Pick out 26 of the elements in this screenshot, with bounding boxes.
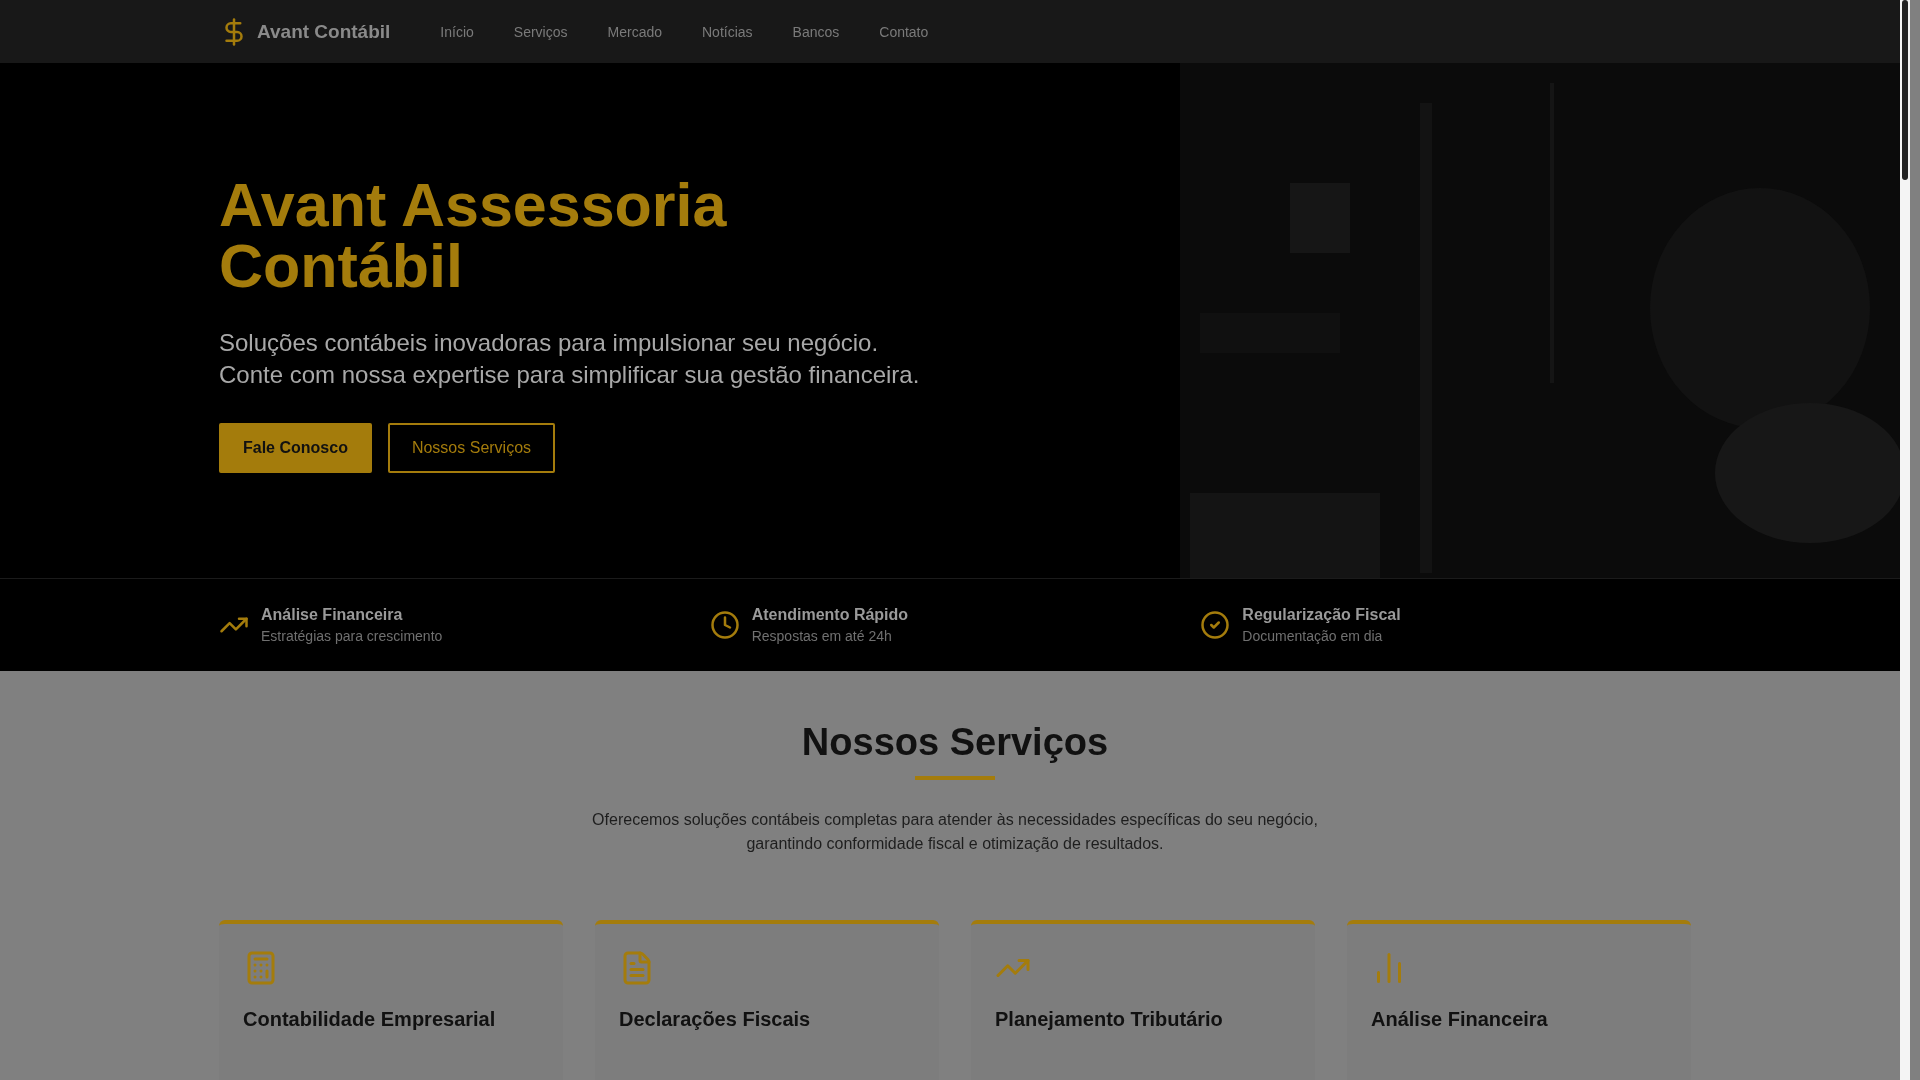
card-title: Análise Financeira	[1371, 1008, 1549, 1031]
hero-title: Avant Assessoria Contábil	[219, 175, 728, 297]
brand-logo[interactable]: Avant Contábil	[219, 16, 391, 47]
nav-link[interactable]: Início	[440, 23, 474, 40]
feature-subtitle: Documentação em dia	[1242, 628, 1384, 644]
feature-subtitle: Estratégias para crescimento	[261, 628, 443, 644]
check-circle-icon	[1200, 610, 1231, 640]
services-button[interactable]: Nossos Serviços	[387, 423, 556, 473]
card-title: Contabilidade Empresarial	[243, 1008, 497, 1031]
clock-icon	[709, 610, 740, 640]
section-intro: Oferecemos soluções contábeis completas para atender às necessidades específicas do seu negócio, garantindo conformidade fiscal e otimização de resultados.	[591, 810, 1319, 854]
nav-link[interactable]: Bancos	[792, 23, 840, 40]
card-title: Declarações Fiscais	[619, 1008, 812, 1031]
nav-link[interactable]: Mercado	[607, 23, 662, 40]
feature-title: Atendimento Rápido	[751, 606, 909, 624]
nav-link[interactable]: Contato	[879, 23, 929, 40]
hero-subtitle: Soluções contábeis inovadoras para impulsionar seu negócio. Conte com nossa expertise para simplificar sua gestão financeira.	[219, 328, 920, 390]
feature-title: Regularização Fiscal	[1242, 606, 1401, 624]
feature-subtitle: Respostas em até 24h	[751, 628, 893, 644]
nav-link[interactable]: Notícias	[702, 23, 753, 40]
section-heading: Nossos Serviços	[800, 721, 1110, 764]
card-title: Planejamento Tributário	[995, 1008, 1224, 1031]
nav-link[interactable]: Serviços	[513, 23, 568, 40]
scrollbar[interactable]	[1900, 0, 1910, 1080]
contact-button[interactable]: Fale Conosco	[219, 423, 372, 473]
feature-title: Análise Financeira	[261, 606, 404, 624]
